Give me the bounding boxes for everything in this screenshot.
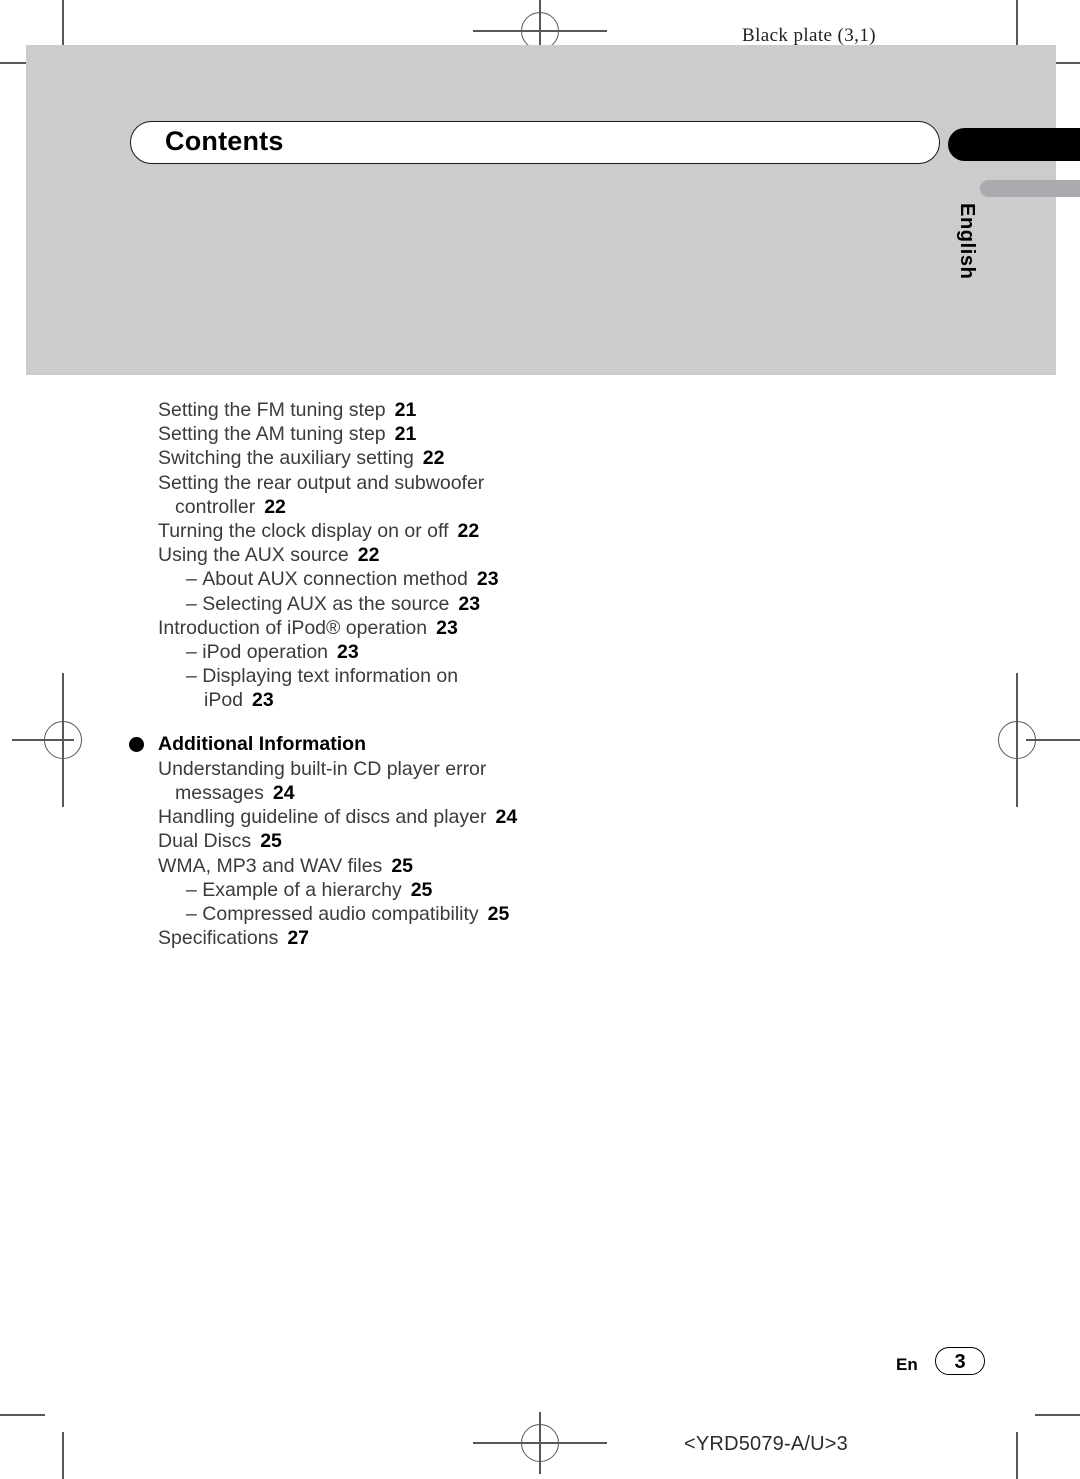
toc-dash-icon: – xyxy=(186,568,203,591)
footer-language-code: En xyxy=(896,1355,918,1374)
toc-entry[interactable]: Turning the clock display on or off 22 xyxy=(158,519,778,543)
toc-entry-page-number: 23 xyxy=(252,689,274,712)
toc-entry-label: messages xyxy=(175,782,264,805)
trim-line-top-right-vertical xyxy=(1016,0,1018,45)
registration-mark-left xyxy=(12,673,82,807)
toc-entry-label: Using the AUX source xyxy=(158,544,349,567)
header-gray-panel xyxy=(26,45,1056,375)
toc-entry[interactable]: Using the AUX source 22 xyxy=(158,543,778,567)
toc-section-heading-label: Additional Information xyxy=(158,732,366,755)
toc-entry[interactable]: – iPod operation 23 xyxy=(158,640,778,664)
trim-line-bottom-right-vertical xyxy=(1016,1432,1018,1479)
toc-entry-label: Setting the rear output and subwoofer xyxy=(158,471,485,494)
gray-tab-marker xyxy=(980,180,1080,197)
toc-entry-page-number: 21 xyxy=(394,423,417,446)
toc-entry-page-number: 23 xyxy=(436,616,458,639)
toc-dash-icon: – xyxy=(186,641,203,664)
toc-entry-label: Handling guideline of discs and player xyxy=(158,806,487,829)
toc-entry[interactable]: – Example of a hierarchy 25 xyxy=(158,878,778,902)
toc-entry-page-number: 25 xyxy=(487,903,510,926)
toc-entry-page-number: 27 xyxy=(287,927,310,950)
toc-entry[interactable]: controller 22 xyxy=(158,495,778,519)
toc-entry-label: Specifications xyxy=(158,927,279,950)
toc-entry-label: controller xyxy=(175,495,256,518)
toc-entry-page-number: 25 xyxy=(260,830,282,853)
toc-entry[interactable]: Dual Discs 25 xyxy=(158,829,778,853)
toc-entry-label: Setting the FM tuning step xyxy=(158,399,386,421)
toc-entry-label: About AUX connection method xyxy=(202,568,468,591)
language-tab-label: English xyxy=(956,203,978,280)
trim-line-left-horizontal-bottom xyxy=(0,1414,45,1416)
toc-entry[interactable]: messages 24 xyxy=(158,781,778,805)
toc-entry-page-number: 25 xyxy=(410,878,433,901)
toc-entry-label: Selecting AUX as the source xyxy=(202,592,450,615)
trim-line-right-horizontal-bottom xyxy=(1035,1414,1080,1416)
toc-entry[interactable]: iPod 23 xyxy=(158,688,778,712)
toc-entry[interactable]: Setting the rear output and subwoofer xyxy=(158,471,778,495)
toc-entry[interactable]: – Compressed audio compatibility 25 xyxy=(158,902,778,926)
registration-mark-right xyxy=(998,673,1080,807)
toc-entry[interactable]: – Displaying text information on xyxy=(158,664,778,688)
table-of-contents: Setting the FM tuning step 21 Setting the … xyxy=(129,398,778,951)
toc-list-top: Setting the FM tuning step 21 Setting the … xyxy=(158,398,778,713)
toc-entry-page-number: 23 xyxy=(476,568,499,591)
toc-entry-page-number: 23 xyxy=(458,592,481,615)
toc-entry[interactable]: Specifications 27 xyxy=(158,926,778,950)
toc-entry[interactable]: WMA, MP3 and WAV files 25 xyxy=(158,854,778,878)
trim-line-bottom-left-vertical xyxy=(62,1432,64,1479)
toc-entry[interactable]: Setting the FM tuning step 21 xyxy=(158,398,778,422)
toc-entry-page-number: 24 xyxy=(495,806,518,829)
toc-entry-page-number: 21 xyxy=(394,399,417,421)
toc-entry-page-number: 22 xyxy=(357,544,380,567)
toc-dash-icon: – xyxy=(186,903,203,926)
toc-entry-page-number: 22 xyxy=(457,520,480,543)
toc-entry-label: Compressed audio compatibility xyxy=(202,903,479,926)
toc-entry[interactable]: Setting the AM tuning step 21 xyxy=(158,422,778,446)
toc-entry[interactable]: Understanding built-in CD player error xyxy=(158,757,778,781)
toc-entry[interactable]: Handling guideline of discs and player 24 xyxy=(158,805,778,829)
plate-label: Black plate (3,1) xyxy=(742,25,876,46)
toc-dash-icon: – xyxy=(186,878,203,901)
toc-entry-page-number: 24 xyxy=(272,782,295,805)
toc-list-bottom: Understanding built-in CD player error me… xyxy=(158,757,778,951)
toc-entry-label: Switching the auxiliary setting xyxy=(158,447,414,470)
registration-mark-bottom xyxy=(473,1412,607,1474)
trim-line-top-left-vertical xyxy=(62,0,64,45)
black-tab-marker xyxy=(948,128,1080,161)
toc-entry-page-number: 25 xyxy=(391,854,414,877)
toc-dash-icon: – xyxy=(186,592,203,615)
footer-document-code: <YRD5079-A/U>3 xyxy=(684,1433,849,1455)
toc-entry[interactable]: – About AUX connection method 23 xyxy=(158,567,778,591)
toc-entry-page-number: 22 xyxy=(264,495,286,518)
toc-entry-label: WMA, MP3 and WAV files xyxy=(158,854,383,877)
toc-entry-label: Example of a hierarchy xyxy=(202,878,402,901)
footer-page-number: 3 xyxy=(954,1351,966,1373)
toc-section-heading: Additional Information xyxy=(129,732,778,756)
toc-entry-page-number: 23 xyxy=(337,641,359,664)
toc-entry-label: Setting the AM tuning step xyxy=(158,423,386,446)
toc-entry-label: Displaying text information on xyxy=(202,665,459,688)
toc-entry-page-number: 22 xyxy=(422,447,445,470)
toc-entry[interactable]: Switching the auxiliary setting 22 xyxy=(158,446,778,470)
toc-entry-label: Turning the clock display on or off xyxy=(158,520,449,543)
page-title: Contents xyxy=(165,126,284,156)
toc-entry[interactable]: Introduction of iPod® operation 23 xyxy=(158,616,778,640)
toc-entry-label: Dual Discs xyxy=(158,830,252,853)
toc-entry-label: iPod operation xyxy=(202,641,329,664)
toc-entry-label: iPod xyxy=(204,689,244,712)
toc-entry-label: Introduction of iPod® operation xyxy=(158,616,428,639)
toc-entry-label: Understanding built-in CD player error xyxy=(158,757,487,780)
toc-dash-icon: – xyxy=(186,665,203,688)
bullet-icon xyxy=(129,736,144,752)
toc-entry[interactable]: – Selecting AUX as the source 23 xyxy=(158,592,778,616)
